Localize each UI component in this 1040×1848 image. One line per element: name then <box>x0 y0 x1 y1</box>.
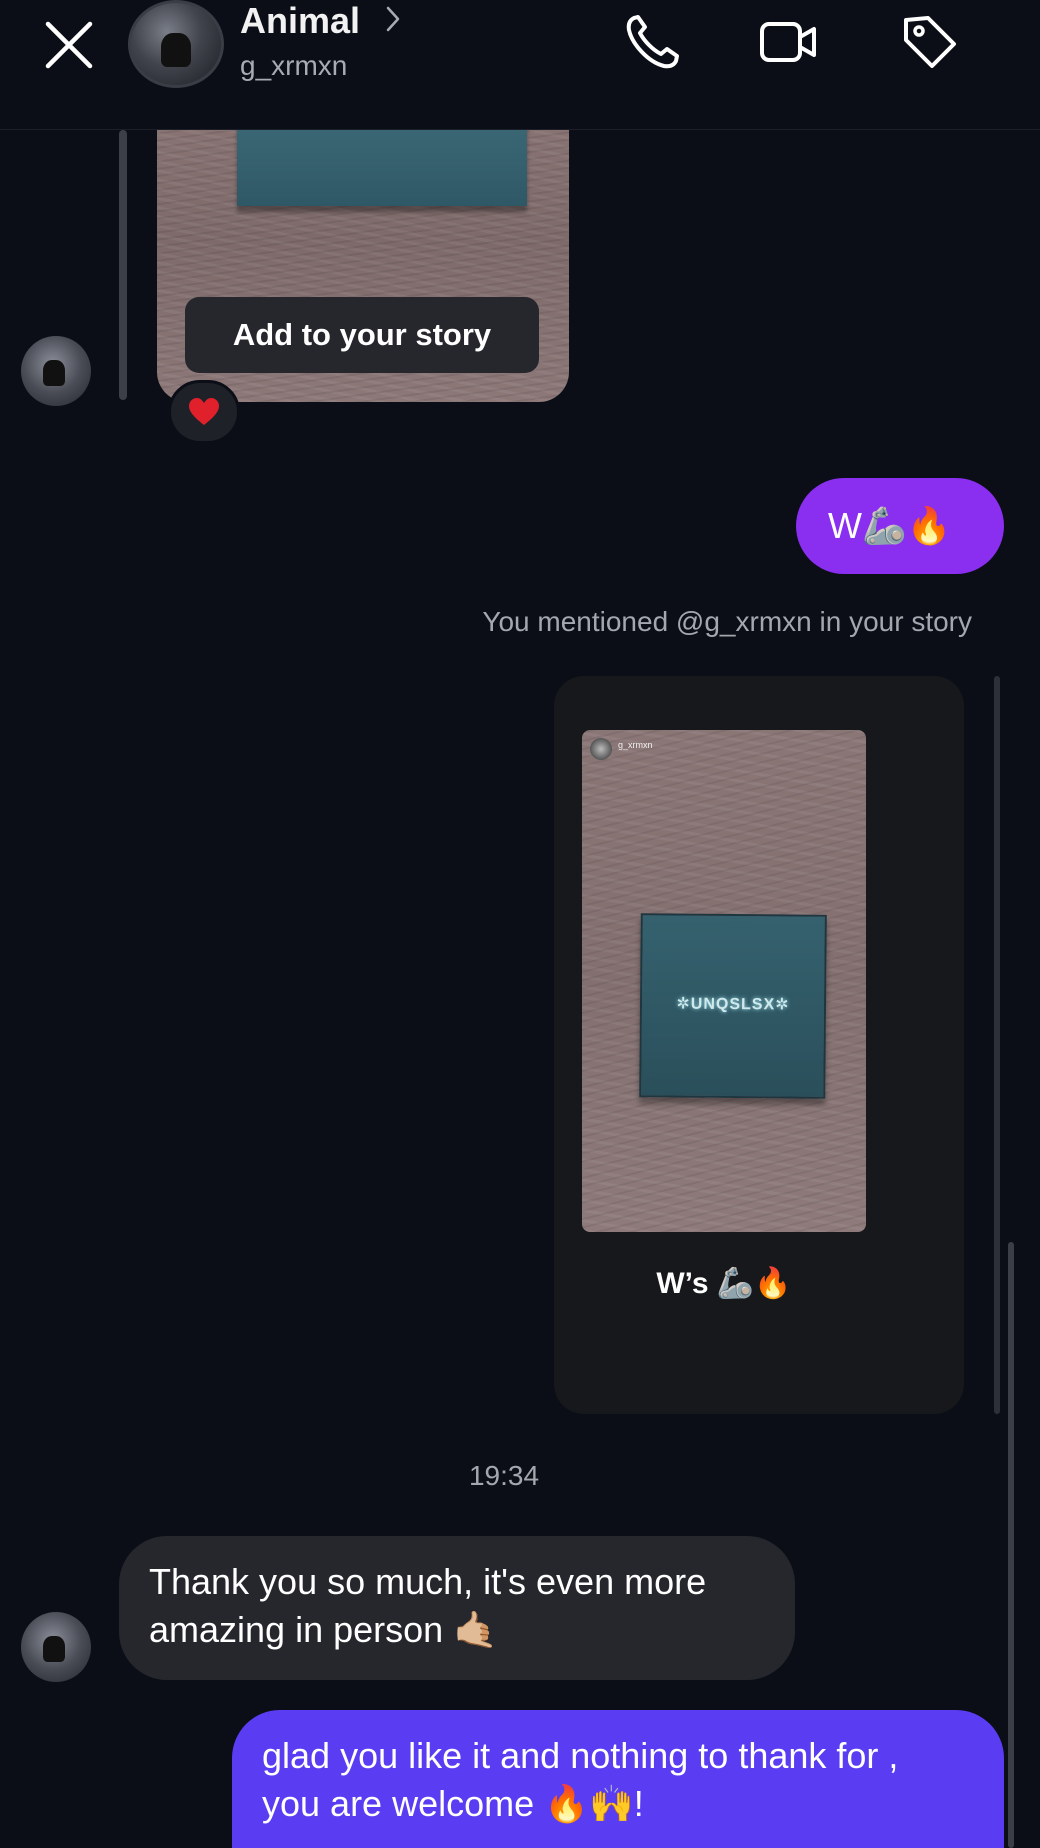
contact-avatar[interactable] <box>128 0 224 88</box>
close-icon[interactable] <box>40 14 100 74</box>
message-text: glad you like it and nothing to thank fo… <box>262 1735 899 1776</box>
thread-line <box>119 130 127 400</box>
chat-header: Animal g_xrmxn <box>0 0 1040 130</box>
mention-notice: You mentioned @g_xrmxn in your story <box>482 606 972 637</box>
story-scrollbar[interactable] <box>994 676 1000 1414</box>
message-text: W🦾🔥 <box>828 505 952 546</box>
story-card-text: ✲UNQSLSX✲ <box>676 995 790 1014</box>
add-to-story-button[interactable]: Add to your story <box>185 297 539 373</box>
shared-story[interactable]: g_xrmxn ✲UNQSLSX✲ W’s 🦾🔥 <box>554 676 964 1414</box>
video-icon[interactable] <box>756 10 820 74</box>
contact-name[interactable]: Animal <box>240 0 360 42</box>
page-scrollbar[interactable] <box>1008 1242 1014 1848</box>
story-user-avatar <box>590 738 612 760</box>
tag-icon[interactable] <box>898 10 962 74</box>
message-bubble-outgoing[interactable]: W🦾🔥 <box>796 478 1004 574</box>
message-text: Thank you so much, it's even more <box>149 1561 707 1602</box>
timestamp: 19:34 <box>468 1460 540 1491</box>
message-bubble-outgoing[interactable]: glad you like it and nothing to thank fo… <box>232 1710 1004 1848</box>
heart-icon <box>189 398 219 425</box>
story-card: ✲UNQSLSX✲ <box>639 913 827 1099</box>
avatar[interactable] <box>21 1612 91 1682</box>
story-image[interactable]: g_xrmxn ✲UNQSLSX✲ <box>582 730 866 1232</box>
story-caption: W’s 🦾🔥 <box>656 1267 792 1300</box>
message-bubble-incoming[interactable]: Thank you so much, it's even more amazin… <box>119 1536 795 1680</box>
message-text: amazing in person 🤙🏼 <box>149 1609 498 1650</box>
avatar[interactable] <box>21 336 91 406</box>
chevron-right-icon[interactable] <box>384 4 404 34</box>
contact-username: g_xrmxn <box>240 50 348 81</box>
phone-icon[interactable] <box>620 10 684 74</box>
story-username: g_xrmxn <box>618 740 653 750</box>
heart-reaction[interactable] <box>168 380 240 444</box>
message-text: you are welcome 🔥🙌! <box>262 1783 644 1824</box>
